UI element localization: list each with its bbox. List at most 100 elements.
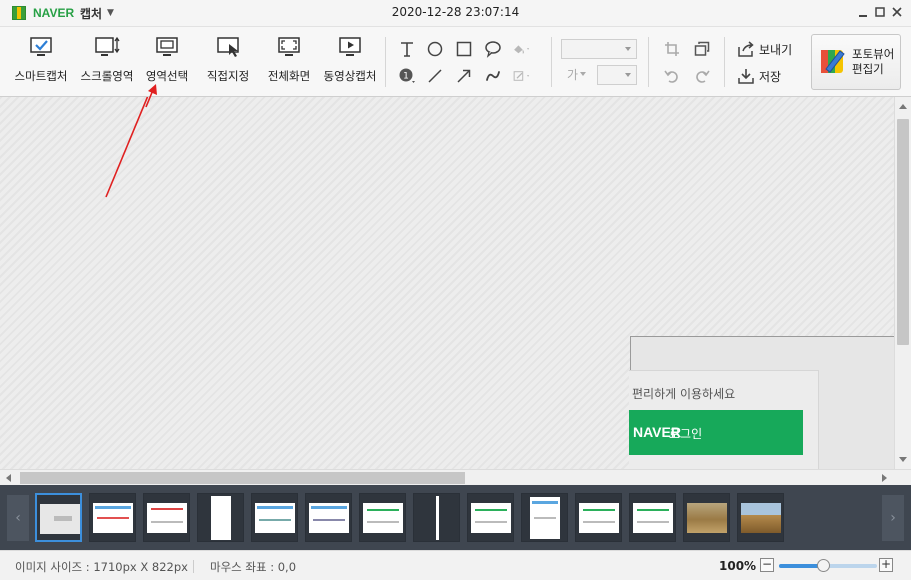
scroll-capture-icon <box>95 36 120 56</box>
close-button[interactable] <box>890 5 904 19</box>
thumbnail-item[interactable] <box>629 493 676 542</box>
scroll-right-icon[interactable] <box>882 474 887 482</box>
save-label: 저장 <box>759 70 782 84</box>
thumbnail-item[interactable] <box>143 493 190 542</box>
rectangle-tool[interactable] <box>454 39 474 59</box>
svg-text:1: 1 <box>403 72 409 82</box>
fullscreen-capture-icon <box>278 37 300 56</box>
maximize-button[interactable] <box>873 5 887 19</box>
zoom-out-button[interactable]: − <box>760 558 774 572</box>
fill-color-tool[interactable] <box>512 39 540 59</box>
arrow-tool[interactable] <box>454 66 474 86</box>
thumbnail-item[interactable] <box>575 493 622 542</box>
crop-icon <box>665 42 679 56</box>
thumbnail-item[interactable] <box>467 493 514 542</box>
captured-login-button: NAVER 로그인 <box>629 410 803 455</box>
ellipse-tool[interactable] <box>425 39 445 59</box>
text-tool-icon <box>401 42 413 57</box>
scroll-up-icon[interactable] <box>899 104 907 109</box>
image-size-text: 이미지 사이즈 : 1710px X 822px <box>15 560 188 574</box>
captured-login-text: 로그인 <box>669 427 703 441</box>
line-tool-icon <box>428 69 442 83</box>
manual-select-icon <box>217 37 239 57</box>
vertical-scroll-thumb[interactable] <box>897 119 909 345</box>
arrow-tool-icon <box>457 69 471 83</box>
undo-icon <box>664 70 678 83</box>
copy-button[interactable] <box>692 39 712 59</box>
undo-button[interactable] <box>662 66 682 86</box>
thumbnail-item[interactable] <box>359 493 406 542</box>
filmstrip-next-button[interactable]: › <box>882 495 904 541</box>
smart-capture-icon <box>30 37 52 56</box>
send-label: 보내기 <box>759 43 793 57</box>
zoom-level-text: 100% <box>719 559 757 573</box>
toolbar-divider <box>724 37 725 87</box>
thumbnail-item[interactable] <box>251 493 298 542</box>
thumbnail-item[interactable] <box>413 493 460 542</box>
crop-button[interactable] <box>662 39 682 59</box>
toolbar-divider <box>648 37 649 87</box>
scroll-left-icon[interactable] <box>6 474 11 482</box>
capture-canvas[interactable]: 편리하게 이용하세요 NAVER 로그인 <box>0 97 894 469</box>
pen-color-icon <box>513 71 530 81</box>
thumbnail-item[interactable] <box>305 493 352 542</box>
freehand-tool-icon <box>486 71 500 81</box>
fullscreen-capture-button[interactable]: 전체화면 <box>264 35 314 90</box>
download-icon <box>738 69 754 84</box>
share-icon <box>738 41 754 57</box>
redo-button[interactable] <box>692 66 712 86</box>
text-tool[interactable] <box>397 39 417 59</box>
window-title: 2020-12-28 23:07:14 <box>391 5 520 19</box>
mouse-coord-text: 마우스 좌표 : 0,0 <box>210 560 297 574</box>
number-marker-tool[interactable]: 1 <box>397 66 417 86</box>
line-tool[interactable] <box>425 66 445 86</box>
freehand-tool[interactable] <box>483 66 503 86</box>
thumbnail-item[interactable] <box>737 493 784 542</box>
video-capture-label: 동영상캡처 <box>323 69 377 83</box>
manual-select-label: 직접지정 <box>206 69 250 83</box>
manual-select-button[interactable]: 직접지정 <box>203 35 253 90</box>
thumbnail-item[interactable] <box>521 493 568 542</box>
font-name-select[interactable] <box>561 39 637 59</box>
zoom-slider-knob[interactable] <box>817 559 830 572</box>
toolbar-divider <box>551 37 552 87</box>
save-button[interactable]: 저장 <box>737 67 797 85</box>
thumbnail-item[interactable] <box>683 493 730 542</box>
zoom-in-button[interactable]: + <box>879 558 893 572</box>
title-bar: NAVER 캡처 ▼ 2020-12-28 23:07:14 <box>0 0 911 27</box>
speech-bubble-icon <box>485 41 501 58</box>
font-size-select[interactable] <box>597 65 637 85</box>
font-style-caret-icon[interactable] <box>580 72 586 76</box>
ellipse-tool-icon <box>427 41 443 57</box>
pen-color-tool[interactable] <box>512 66 540 86</box>
captured-note-text: 편리하게 이용하세요 <box>632 387 736 401</box>
maximize-icon <box>875 7 885 17</box>
horizontal-scroll-thumb[interactable] <box>20 472 465 484</box>
rectangle-tool-icon <box>456 41 472 57</box>
region-select-icon <box>156 37 178 56</box>
video-capture-icon <box>339 37 361 56</box>
captured-image: 편리하게 이용하세요 NAVER 로그인 <box>629 336 894 469</box>
scroll-down-icon[interactable] <box>899 457 907 462</box>
speech-bubble-tool[interactable] <box>483 39 503 59</box>
photoviewer-editor-button[interactable]: 포토뷰어 편집기 <box>811 34 901 90</box>
video-capture-button[interactable]: 동영상캡처 <box>320 35 380 90</box>
minimize-button[interactable] <box>856 5 870 19</box>
filmstrip-prev-button[interactable]: ‹ <box>7 495 29 541</box>
vertical-scrollbar[interactable] <box>894 97 911 469</box>
toolbar-divider <box>385 37 386 87</box>
status-divider <box>193 560 194 573</box>
minimize-icon <box>859 15 867 17</box>
thumbnail-item[interactable] <box>89 493 136 542</box>
font-style-label[interactable]: 가 <box>567 66 578 83</box>
close-icon <box>892 7 902 17</box>
fill-color-icon <box>514 45 530 54</box>
send-button[interactable]: 보내기 <box>737 40 797 58</box>
thumbnail-item[interactable] <box>35 493 82 542</box>
thumbnail-item[interactable] <box>197 493 244 542</box>
horizontal-scrollbar[interactable] <box>0 469 911 485</box>
copy-icon <box>694 41 710 56</box>
fullscreen-capture-label: 전체화면 <box>267 69 311 83</box>
zoom-slider[interactable] <box>779 559 877 572</box>
redo-icon <box>696 70 710 83</box>
